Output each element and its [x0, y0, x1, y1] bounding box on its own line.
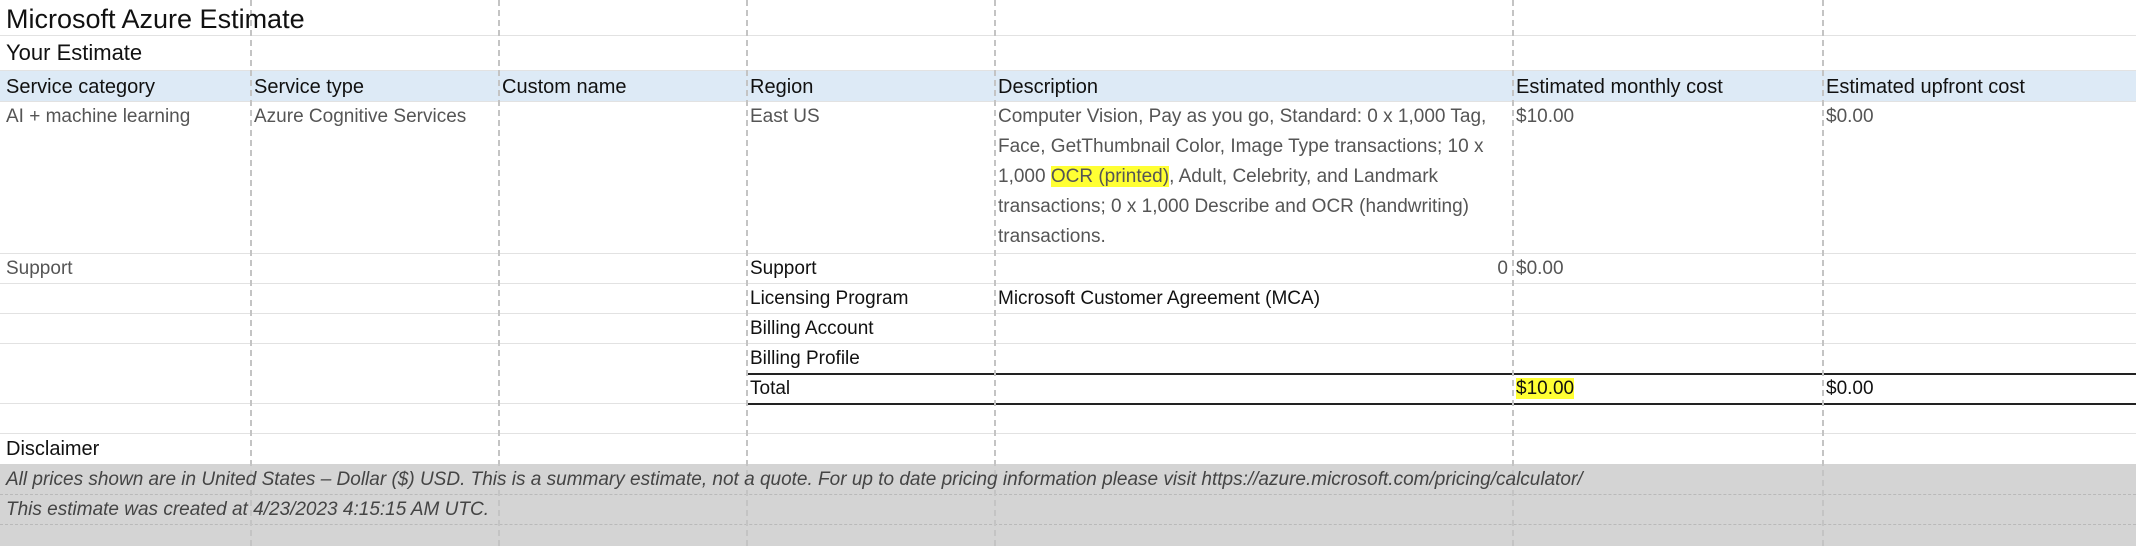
total-monthly-highlight: $10.00 [1516, 378, 1575, 399]
header-monthly-cost[interactable]: Estimated monthly cost [1516, 72, 1723, 102]
row1-description[interactable]: Computer Vision, Pay as you go, Standard… [998, 102, 1510, 252]
licensing-program-value[interactable]: Microsoft Customer Agreement (MCA) [998, 284, 1320, 314]
licensing-program-label[interactable]: Licensing Program [750, 284, 908, 314]
spreadsheet: Microsoft Azure Estimate Your Estimate S… [0, 0, 2136, 546]
column-gridline [1822, 0, 1824, 546]
total-monthly-cost[interactable]: $10.00 [1516, 374, 1575, 404]
header-description[interactable]: Description [998, 72, 1098, 102]
description-highlight: OCR (printed) [1050, 166, 1170, 187]
row1-monthly-cost[interactable]: $10.00 [1516, 102, 1574, 132]
billing-profile-label[interactable]: Billing Profile [750, 344, 860, 374]
total-top-border [748, 373, 2136, 375]
estimate-title: Microsoft Azure Estimate [6, 4, 305, 34]
total-upfront-cost[interactable]: $0.00 [1826, 374, 1874, 404]
support-label[interactable]: Support [750, 254, 817, 284]
row1-service-type[interactable]: Azure Cognitive Services [254, 102, 466, 132]
disclaimer-title: Disclaimer [6, 438, 100, 460]
support-monthly-cost[interactable]: $0.00 [1516, 254, 1564, 284]
disclaimer-line-2: This estimate was created at 4/23/2023 4… [6, 499, 489, 520]
total-bottom-border [748, 403, 2136, 405]
total-label[interactable]: Total [750, 374, 790, 404]
support-value[interactable]: 0 [998, 254, 1508, 284]
header-service-category[interactable]: Service category [6, 72, 155, 102]
row-line [0, 433, 2136, 434]
row1-upfront-cost[interactable]: $0.00 [1826, 102, 1874, 132]
estimate-subtitle: Your Estimate [6, 40, 143, 65]
support-category[interactable]: Support [6, 254, 73, 284]
row-line [0, 343, 2136, 344]
header-region[interactable]: Region [750, 72, 813, 102]
billing-account-label[interactable]: Billing Account [750, 314, 874, 344]
row-line [0, 70, 2136, 71]
header-upfront-cost[interactable]: Estimated upfront cost [1826, 72, 2025, 102]
row1-category[interactable]: AI + machine learning [6, 102, 190, 132]
row-line [0, 35, 2136, 36]
row1-region[interactable]: East US [750, 102, 820, 132]
disclaimer-line-1: All prices shown are in United States – … [6, 469, 1583, 490]
header-service-type[interactable]: Service type [254, 72, 364, 102]
header-custom-name[interactable]: Custom name [502, 72, 627, 102]
